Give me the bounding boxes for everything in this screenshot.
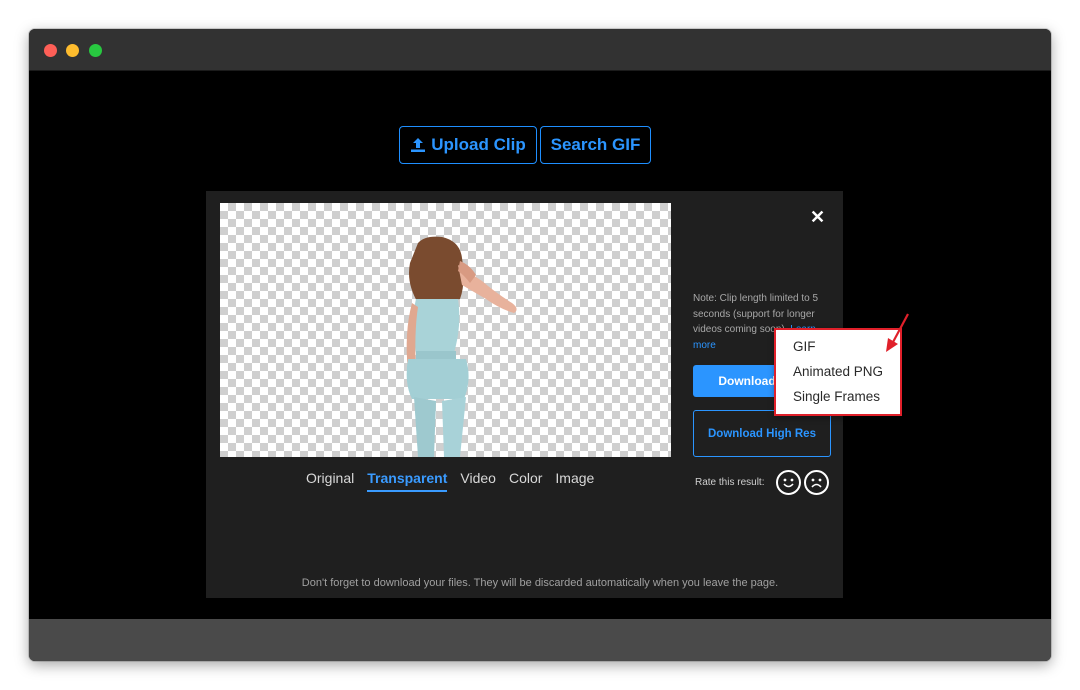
maximize-window-button[interactable]: [89, 44, 102, 57]
tab-original[interactable]: Original: [306, 470, 354, 492]
tab-video[interactable]: Video: [460, 470, 496, 492]
person-cutout-image: [406, 236, 517, 457]
close-window-button[interactable]: [44, 44, 57, 57]
search-gif-label: Search GIF: [550, 135, 641, 154]
tab-color[interactable]: Color: [509, 470, 542, 492]
tab-image[interactable]: Image: [555, 470, 594, 492]
close-icon[interactable]: ✕: [810, 208, 825, 226]
minimize-window-button[interactable]: [66, 44, 79, 57]
frown-icon[interactable]: [804, 470, 829, 495]
footer-note: Don't forget to download your files. The…: [301, 577, 779, 589]
view-tabs: Original Transparent Video Color Image: [306, 470, 594, 494]
upload-icon: [411, 138, 426, 152]
title-bar: [29, 29, 1051, 71]
download-high-res-button[interactable]: Download High Res: [693, 410, 831, 457]
upload-clip-label: Upload Clip: [431, 135, 526, 154]
rate-label: Rate this result:: [695, 477, 765, 488]
menu-item-single-frames[interactable]: Single Frames: [776, 387, 900, 412]
smile-icon[interactable]: [776, 470, 801, 495]
transparent-preview: [220, 203, 671, 457]
download-high-res-label: Download High Res: [708, 427, 816, 440]
annotation-arrow-icon: [886, 313, 909, 352]
download-label: Download: [718, 374, 776, 388]
result-panel: Original Transparent Video Color Image ✕…: [206, 191, 843, 598]
bottom-bar: [29, 619, 1051, 661]
tab-transparent[interactable]: Transparent: [367, 470, 448, 492]
search-gif-button[interactable]: Search GIF: [540, 126, 651, 164]
upload-clip-button[interactable]: Upload Clip: [399, 126, 537, 164]
menu-item-animated-png[interactable]: Animated PNG: [776, 362, 900, 387]
